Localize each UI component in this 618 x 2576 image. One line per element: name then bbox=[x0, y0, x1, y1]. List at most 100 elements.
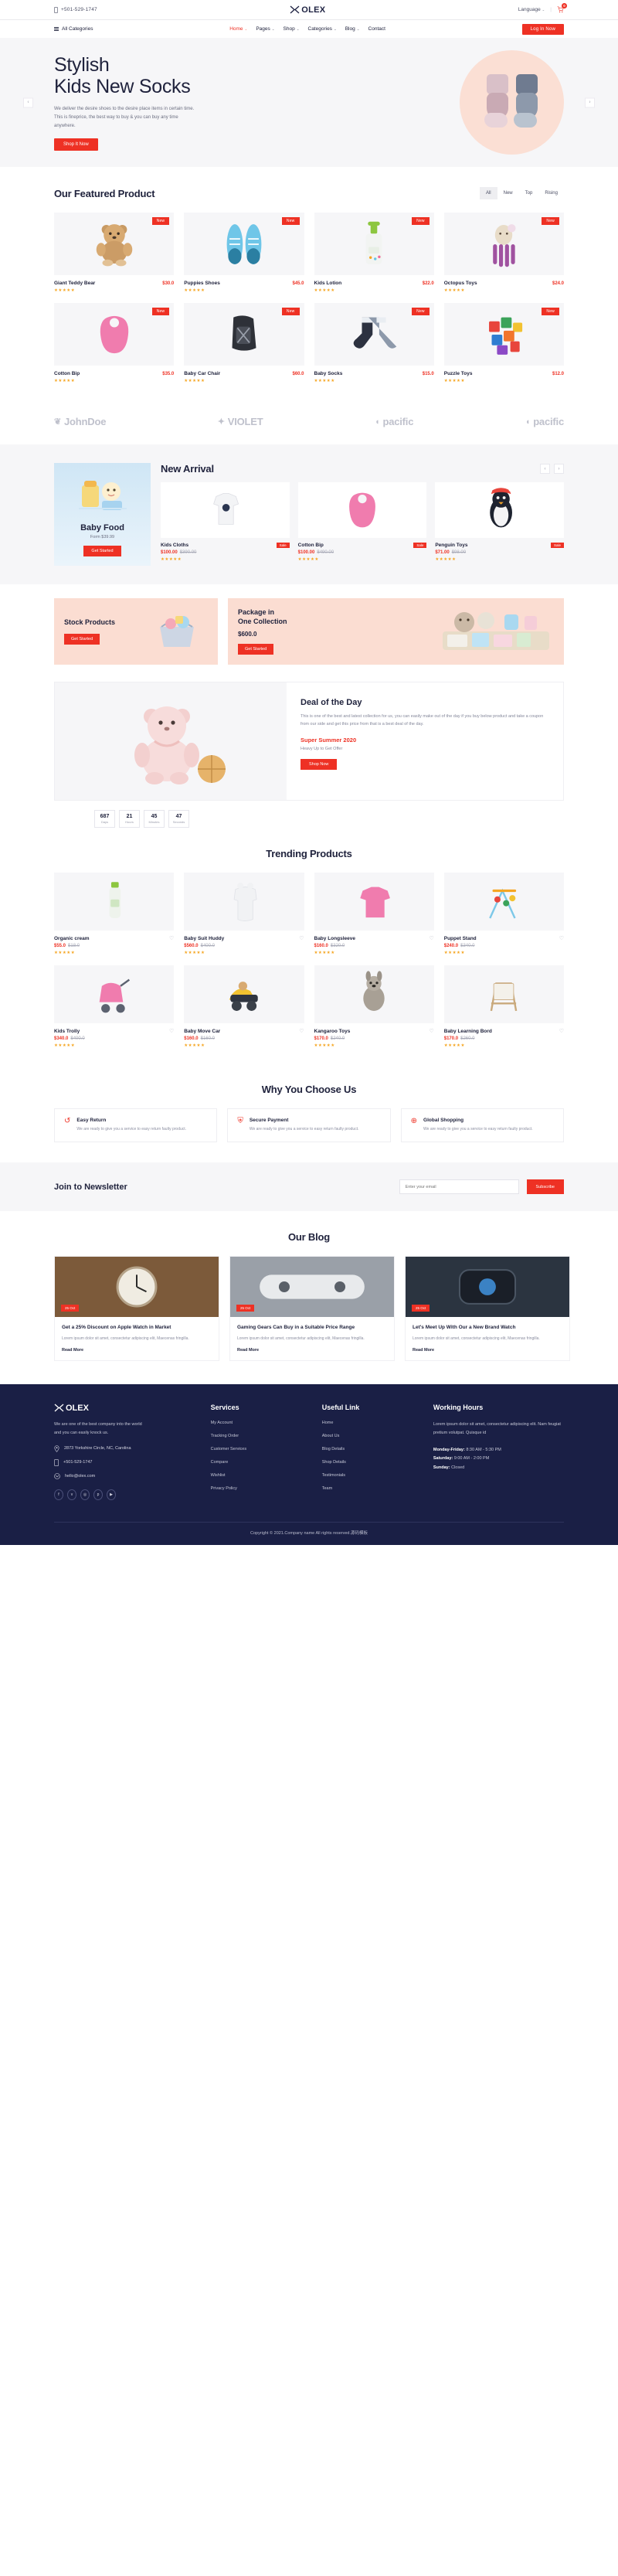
heart-icon[interactable]: ♡ bbox=[169, 935, 174, 941]
arrival-card[interactable]: Cotton Bip Sale $100.00 $490.00 ★★★★★ bbox=[297, 482, 427, 562]
nav-item-contact[interactable]: Contact bbox=[368, 26, 385, 32]
trending-card[interactable]: Baby Move Car ♡ $160.0 $160.0 ★★★★★ bbox=[184, 965, 304, 1048]
facebook-icon[interactable]: f bbox=[54, 1489, 63, 1500]
blog-card[interactable]: 25 Oct Get a 25% Discount on Apple Watch… bbox=[54, 1256, 219, 1361]
blog-card[interactable]: 25 Oct Gaming Gears Can Buy in a Suitabl… bbox=[229, 1256, 395, 1361]
footer-logo[interactable]: OLEX bbox=[54, 1404, 200, 1413]
footer-hours-heading: Working Hours bbox=[433, 1403, 484, 1411]
heart-icon[interactable]: ♡ bbox=[559, 935, 564, 941]
product-card[interactable]: New Puzzle Toys $12.0 ★★★★★ bbox=[443, 303, 564, 383]
login-button[interactable]: Log In Now bbox=[521, 23, 564, 35]
product-card[interactable]: New Baby Car Chair $60.0 ★★★★★ bbox=[184, 303, 304, 383]
heart-icon[interactable]: ♡ bbox=[169, 1028, 174, 1034]
filter-all[interactable]: All bbox=[479, 187, 497, 199]
newsletter-subscribe-button[interactable]: Subscribe bbox=[526, 1179, 564, 1194]
stock-products-cta[interactable]: Get Started bbox=[64, 633, 100, 645]
nav-item-home[interactable]: Home ⌄ bbox=[229, 26, 247, 32]
footer-service-link[interactable]: Privacy Policy bbox=[211, 1486, 311, 1491]
nav-menu: Home ⌄ Pages ⌄ Shop ⌄ Categories ⌄ Blog ⌄ Con… bbox=[229, 26, 385, 32]
instagram-icon[interactable]: ◎ bbox=[80, 1489, 90, 1500]
nav-item-blog[interactable]: Blog ⌄ bbox=[345, 26, 360, 32]
footer-service-link[interactable]: Tracking Order bbox=[211, 1434, 311, 1438]
nav-item-categories[interactable]: Categories ⌄ bbox=[308, 26, 337, 32]
trending-card[interactable]: Baby Suit Huddy ♡ $560.0 $400.0 ★★★★★ bbox=[184, 873, 304, 955]
cart-button[interactable]: 0 bbox=[557, 3, 567, 13]
product-card[interactable]: New Puppies Shoes $45.0 ★★★★★ bbox=[184, 213, 304, 293]
filter-top[interactable]: Top bbox=[519, 187, 539, 199]
footer-phone[interactable]: +501-529-1747 bbox=[54, 1458, 200, 1466]
logo-mark-icon bbox=[54, 1404, 64, 1412]
footer-useful-link[interactable]: Testimonials bbox=[322, 1473, 423, 1478]
trending-product-name: Kangaroo Toys bbox=[314, 1028, 351, 1034]
footer-useful-link[interactable]: Shop Details bbox=[322, 1460, 423, 1465]
blog-card[interactable]: 25 Oct Let's Meet Up With Our a New Bran… bbox=[405, 1256, 570, 1361]
blog-read-more-link[interactable]: Read More bbox=[62, 1348, 83, 1353]
newsletter-email-input[interactable] bbox=[399, 1179, 519, 1194]
product-name: Octopus Toys bbox=[443, 281, 477, 286]
trending-card[interactable]: Kids Trolly ♡ $340.0 $400.0 ★★★★★ bbox=[54, 965, 175, 1048]
newsletter-title: Join to Newsletter bbox=[54, 1182, 127, 1192]
footer-service-link[interactable]: My Account bbox=[211, 1421, 311, 1425]
heart-icon[interactable]: ♡ bbox=[429, 1028, 433, 1034]
footer-useful-link[interactable]: About Us bbox=[322, 1434, 423, 1438]
arrival-next-button[interactable]: › bbox=[554, 464, 564, 474]
baby-food-promo[interactable]: Baby Food Form $39.99 Get Started bbox=[54, 463, 151, 566]
footer-useful-link[interactable]: Home bbox=[322, 1421, 423, 1425]
heart-icon[interactable]: ♡ bbox=[299, 1028, 304, 1034]
product-price: $12.0 bbox=[552, 371, 564, 376]
product-card[interactable]: New Octopus Toys $24.0 ★★★★★ bbox=[443, 213, 564, 293]
product-card[interactable]: New Cotton Bip $35.0 ★★★★★ bbox=[54, 303, 175, 383]
product-name: Kids Lotion bbox=[314, 281, 342, 286]
product-card[interactable]: New Giant Teddy Bear $30.0 ★★★★★ bbox=[54, 213, 175, 293]
blog-read-more-link[interactable]: Read More bbox=[413, 1348, 434, 1353]
hero-shop-button[interactable]: Shop It Now bbox=[54, 138, 98, 151]
baby-food-cta[interactable]: Get Started bbox=[83, 546, 121, 556]
chevron-down-icon: ⌄ bbox=[542, 8, 545, 12]
product-rating: ★★★★★ bbox=[314, 379, 335, 383]
package-cta[interactable]: Get Started bbox=[238, 643, 274, 655]
package-collection-box[interactable]: Package in One Collection $600.0 Get Sta… bbox=[228, 598, 564, 665]
footer-service-link[interactable]: Wishlist bbox=[211, 1473, 311, 1478]
all-categories-button[interactable]: All Categories bbox=[54, 26, 93, 32]
site-logo[interactable]: OLEX bbox=[290, 5, 325, 15]
filter-rising[interactable]: Rising bbox=[538, 187, 564, 199]
stock-products-box[interactable]: Stock Products Get Started bbox=[54, 598, 218, 665]
footer-phone-text: +501-529-1747 bbox=[63, 1460, 93, 1465]
why-choose-section: Why You Choose Us ↺ Easy Return We are r… bbox=[0, 1068, 618, 1162]
countdown-value: 687 bbox=[100, 814, 110, 819]
pinterest-icon[interactable]: p bbox=[93, 1489, 103, 1500]
trending-card[interactable]: Organic cream ♡ $55.0 $18.0 ★★★★★ bbox=[54, 873, 175, 955]
trending-card[interactable]: Baby Learning Bord ♡ $170.0 $260.0 ★★★★★ bbox=[443, 965, 564, 1048]
blog-read-more-link[interactable]: Read More bbox=[237, 1348, 259, 1353]
footer-service-link[interactable]: Customer Services bbox=[211, 1447, 311, 1451]
footer-service-link[interactable]: Compare bbox=[211, 1460, 311, 1465]
hero-prev-button[interactable]: ‹ bbox=[23, 97, 33, 107]
footer-email[interactable]: hello@olex.com bbox=[54, 1473, 200, 1479]
footer-useful-link[interactable]: Blog Details bbox=[322, 1447, 423, 1451]
product-card[interactable]: New Kids Lotion $22.0 ★★★★★ bbox=[314, 213, 434, 293]
trending-card[interactable]: Baby Longsleeve ♡ $160.0 $320.0 ★★★★★ bbox=[314, 873, 434, 955]
deal-shop-button[interactable]: Shop Now bbox=[301, 758, 338, 770]
heart-icon[interactable]: ♡ bbox=[299, 935, 304, 941]
trending-card[interactable]: Kangaroo Toys ♡ $170.0 $240.0 ★★★★★ bbox=[314, 965, 434, 1048]
product-card[interactable]: New Baby Socks $15.0 ★★★★★ bbox=[314, 303, 434, 383]
nav-item-shop[interactable]: Shop ⌄ bbox=[284, 26, 300, 32]
heart-icon[interactable]: ♡ bbox=[559, 1028, 564, 1034]
trending-card[interactable]: Puppet Stand ♡ $240.0 $340.0 ★★★★★ bbox=[443, 873, 564, 955]
arrival-prev-button[interactable]: ‹ bbox=[540, 464, 550, 474]
new-badge: New bbox=[151, 308, 170, 315]
sale-badge: Sale bbox=[550, 543, 564, 548]
filter-new[interactable]: New bbox=[497, 187, 519, 199]
language-selector[interactable]: Language ⌄ bbox=[518, 7, 545, 12]
nav-item-pages[interactable]: Pages ⌄ bbox=[256, 26, 274, 32]
arrival-card[interactable]: Penguin Toys Sale $71.00 $98.00 ★★★★★ bbox=[435, 482, 564, 562]
twitter-icon[interactable]: ᴠ bbox=[67, 1489, 76, 1500]
arrival-card[interactable]: Kids Cloths Sale $100.00 $390.00 ★★★★★ bbox=[161, 482, 290, 562]
heart-icon[interactable]: ♡ bbox=[429, 935, 433, 941]
nav-item-shop-label: Shop bbox=[283, 26, 295, 32]
footer-useful-link[interactable]: Team bbox=[322, 1486, 423, 1491]
youtube-icon[interactable]: ▶ bbox=[107, 1489, 116, 1500]
topbar-phone[interactable]: +501-529-1747 bbox=[54, 6, 97, 13]
hero-next-button[interactable]: › bbox=[585, 97, 595, 107]
nav-item-blog-label: Blog bbox=[345, 26, 355, 32]
